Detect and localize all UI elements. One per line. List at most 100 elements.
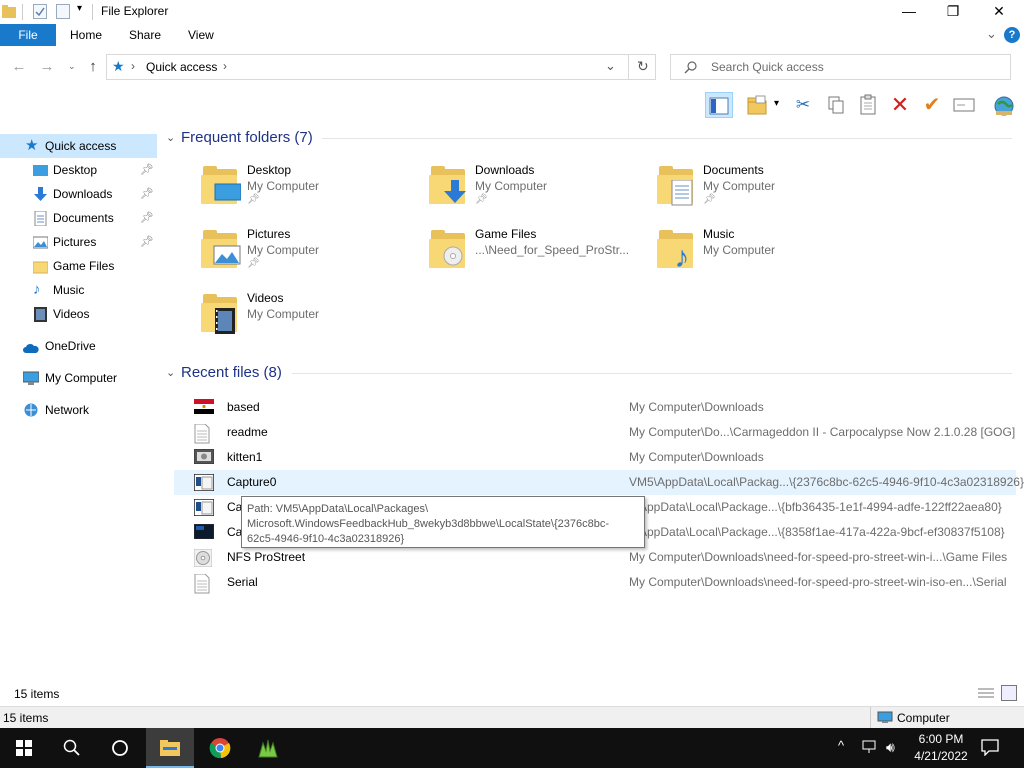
- address-dropdown-icon[interactable]: ⌄: [605, 58, 616, 74]
- copy-icon[interactable]: [822, 92, 850, 118]
- sidebar-item-documents[interactable]: Documents 📌︎: [0, 206, 157, 230]
- sidebar-item-music[interactable]: ♪ Music: [0, 278, 157, 302]
- sidebar-item-downloads[interactable]: Downloads 📌︎: [0, 182, 157, 206]
- tab-home[interactable]: Home: [70, 24, 102, 46]
- help-icon[interactable]: ?: [1004, 27, 1020, 43]
- expand-ribbon-chevron-icon[interactable]: ⌄: [986, 26, 997, 42]
- customize-toolbar-chevron-icon[interactable]: ▾: [77, 3, 82, 14]
- search-taskbar-icon[interactable]: [48, 728, 96, 768]
- desktop-folder-icon: [201, 166, 242, 204]
- folder-tile-documents[interactable]: Documents My Computer 📌︎: [657, 163, 877, 223]
- task-view-icon[interactable]: [96, 728, 144, 768]
- maximize-button[interactable]: ❐: [930, 0, 976, 24]
- recent-file-row[interactable]: based My Computer\Downloads: [174, 395, 1016, 420]
- recent-locations-chevron-icon[interactable]: ⌄: [68, 61, 76, 72]
- address-bar[interactable]: ★ › Quick access › ⌄ ↻: [106, 54, 656, 80]
- videos-folder-icon: [201, 294, 241, 334]
- show-hidden-icons-chevron-icon[interactable]: ^: [838, 738, 844, 753]
- recent-file-row[interactable]: Serial My Computer\Downloads\need-for-spe…: [174, 570, 1016, 595]
- forward-button[interactable]: →: [37, 56, 57, 78]
- music-folder-icon: ♪: [657, 230, 697, 273]
- details-view-icon[interactable]: [977, 686, 995, 700]
- disc-image-icon: [193, 548, 214, 568]
- quick-access-star-icon: ★: [112, 58, 125, 74]
- checkmark-icon[interactable]: ✔: [918, 92, 946, 118]
- game-app-icon[interactable]: [244, 728, 292, 768]
- network-tray-icon[interactable]: [862, 740, 880, 754]
- file-name: kitten1: [227, 450, 263, 464]
- item-count: 15 items: [14, 687, 60, 701]
- window-title: File Explorer: [101, 4, 169, 18]
- divider: [92, 4, 93, 20]
- new-folder-icon[interactable]: [56, 4, 70, 19]
- collapse-chevron-icon[interactable]: ⌄: [166, 131, 175, 144]
- sidebar-item-onedrive[interactable]: OneDrive: [0, 334, 157, 358]
- tab-file[interactable]: File: [0, 24, 56, 46]
- navigation-pane-icon[interactable]: [705, 92, 733, 118]
- collapse-chevron-icon[interactable]: ⌄: [166, 366, 175, 379]
- tab-view[interactable]: View: [188, 24, 214, 46]
- recent-files-title[interactable]: Recent files (8): [181, 364, 282, 381]
- title-bar: ▾ File Explorer — ❐ ✕: [0, 0, 1024, 24]
- sidebar-item-game-files[interactable]: Game Files: [0, 254, 157, 278]
- pin-icon: 📌︎: [140, 236, 154, 248]
- clock-time[interactable]: 6:00 PM: [914, 732, 968, 746]
- section-divider: [322, 138, 1012, 139]
- folder-name: Downloads: [475, 163, 535, 177]
- recent-file-row[interactable]: Capture0 VM5\AppData\Local\Packag...\{237…: [174, 470, 1024, 495]
- text-file-icon: [194, 573, 214, 594]
- folder-tile-desktop[interactable]: Desktop My Computer 📌︎: [201, 163, 421, 223]
- breadcrumb-separator-icon[interactable]: ›: [131, 59, 135, 73]
- disc-folder-icon: [429, 230, 469, 268]
- cut-icon[interactable]: ✂: [789, 92, 817, 118]
- clock-date[interactable]: 4/21/2022: [910, 749, 972, 763]
- folder-tile-videos[interactable]: Videos My Computer: [201, 291, 421, 351]
- paste-icon[interactable]: [854, 92, 882, 118]
- rename-icon[interactable]: [950, 92, 978, 118]
- delete-icon[interactable]: ✕: [886, 92, 914, 118]
- volume-icon[interactable]: 🔊︎: [886, 739, 895, 756]
- folder-tile-music[interactable]: ♪ Music My Computer: [657, 227, 877, 287]
- folder-name: Desktop: [247, 163, 292, 177]
- minimize-button[interactable]: —: [886, 0, 932, 24]
- dark-image-file-icon: [193, 523, 215, 541]
- close-button[interactable]: ✕: [976, 0, 1022, 24]
- sidebar-item-videos[interactable]: Videos: [0, 302, 157, 326]
- sidebar-item-my-computer[interactable]: My Computer: [0, 366, 157, 390]
- properties-icon[interactable]: [33, 4, 47, 19]
- search-box[interactable]: Search Quick access: [670, 54, 1011, 80]
- recent-file-row[interactable]: readme My Computer\Do...\Carmageddon II -…: [174, 420, 1016, 445]
- folder-location: My Computer: [703, 243, 776, 257]
- sidebar-item-network[interactable]: Network: [0, 398, 157, 422]
- recent-file-row[interactable]: NFS ProStreet My Computer\Downloads\need-…: [174, 545, 1016, 570]
- search-input[interactable]: Search Quick access: [711, 60, 824, 74]
- sidebar-item-pictures[interactable]: Pictures 📌︎: [0, 230, 157, 254]
- sidebar-item-desktop[interactable]: Desktop 📌︎: [0, 158, 157, 182]
- new-folder-toolbar-icon[interactable]: [743, 92, 771, 118]
- ribbon-tabs: File Home Share View ⌄ ?: [0, 24, 1024, 46]
- folder-tile-pictures[interactable]: Pictures My Computer 📌︎: [201, 227, 421, 287]
- tab-share[interactable]: Share: [129, 24, 161, 46]
- globe-icon[interactable]: [990, 92, 1018, 118]
- file-path: My Computer\Downloads: [629, 450, 764, 464]
- folder-tile-game-files[interactable]: Game Files ...\Need_for_Speed_ProStr...: [429, 227, 649, 287]
- chrome-icon[interactable]: [196, 728, 244, 768]
- computer-icon: [877, 711, 893, 724]
- new-item-chevron-icon[interactable]: ▾: [774, 98, 779, 109]
- recent-file-row[interactable]: kitten1 My Computer\Downloads: [174, 445, 1016, 470]
- back-button[interactable]: ←: [9, 56, 29, 78]
- pin-icon: 📌︎: [140, 188, 154, 200]
- breadcrumb-chevron-icon[interactable]: ›: [223, 59, 227, 73]
- pin-icon: 📌︎: [140, 164, 154, 176]
- frequent-folders-title[interactable]: Frequent folders (7): [181, 129, 313, 146]
- refresh-button[interactable]: ↻: [637, 58, 649, 75]
- action-center-icon[interactable]: [980, 738, 1002, 758]
- large-icons-view-icon[interactable]: [1001, 685, 1017, 701]
- up-button[interactable]: ↑: [83, 56, 103, 78]
- address-path[interactable]: Quick access: [146, 60, 217, 74]
- folder-location: My Computer: [703, 179, 776, 193]
- sidebar-item-quick-access[interactable]: ★ Quick access: [0, 134, 157, 158]
- start-button[interactable]: [0, 728, 48, 768]
- folder-tile-downloads[interactable]: Downloads My Computer 📌︎: [429, 163, 649, 223]
- file-explorer-taskbar-icon[interactable]: [146, 728, 194, 768]
